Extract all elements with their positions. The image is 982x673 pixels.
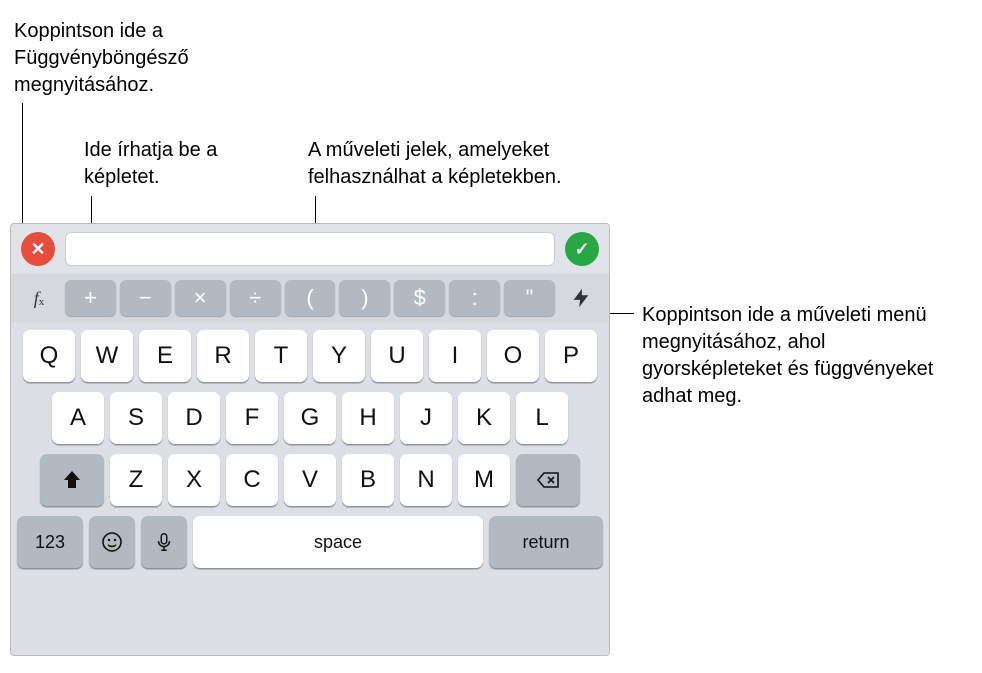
function-browser-button[interactable]: fx (19, 280, 59, 316)
key-s[interactable]: S (110, 392, 162, 444)
kb-row-bottom: 123 space return (17, 516, 603, 568)
key-w[interactable]: W (81, 330, 133, 382)
lightning-icon (570, 287, 592, 309)
key-t[interactable]: T (255, 330, 307, 382)
op-colon[interactable]: : (449, 280, 500, 316)
key-u[interactable]: U (371, 330, 423, 382)
callout-ops: A műveleti jelek, amelyeket felhasználha… (308, 137, 608, 191)
accept-button[interactable]: ✓ (565, 232, 599, 266)
formula-input[interactable] (65, 232, 555, 266)
shift-icon (60, 468, 84, 492)
key-o[interactable]: O (487, 330, 539, 382)
key-z[interactable]: Z (110, 454, 162, 506)
key-a[interactable]: A (52, 392, 104, 444)
kb-row-1: Q W E R T Y U I O P (17, 330, 603, 382)
key-b[interactable]: B (342, 454, 394, 506)
key-q[interactable]: Q (23, 330, 75, 382)
callout-input: Ide írhatja be a képletet. (84, 137, 284, 191)
key-x[interactable]: X (168, 454, 220, 506)
kb-row-2: A S D F G H J K L (17, 392, 603, 444)
op-paren-open[interactable]: ( (285, 280, 336, 316)
emoji-key[interactable] (89, 516, 135, 568)
op-paren-close[interactable]: ) (339, 280, 390, 316)
numeric-key[interactable]: 123 (17, 516, 83, 568)
return-key[interactable]: return (489, 516, 603, 568)
op-multiply[interactable]: × (175, 280, 226, 316)
operator-row: fx + − × ÷ ( ) $ : " (11, 274, 609, 322)
op-minus[interactable]: − (120, 280, 171, 316)
key-m[interactable]: M (458, 454, 510, 506)
close-icon: ✕ (30, 239, 45, 260)
formula-bar: ✕ ✓ (11, 224, 609, 274)
key-l[interactable]: L (516, 392, 568, 444)
checkmark-icon: ✓ (574, 239, 589, 260)
microphone-icon (153, 531, 175, 553)
backspace-key[interactable] (516, 454, 580, 506)
operator-buttons: + − × ÷ ( ) $ : " (65, 280, 555, 316)
fx-sub: x (39, 296, 45, 308)
key-h[interactable]: H (342, 392, 394, 444)
key-e[interactable]: E (139, 330, 191, 382)
kb-row-3: Z X C V B N M (17, 454, 603, 506)
key-y[interactable]: Y (313, 330, 365, 382)
op-quote[interactable]: " (504, 280, 555, 316)
formula-keyboard: ✕ ✓ fx + − × ÷ ( ) $ : " Q (10, 223, 610, 656)
key-d[interactable]: D (168, 392, 220, 444)
key-n[interactable]: N (400, 454, 452, 506)
op-divide[interactable]: ÷ (230, 280, 281, 316)
backspace-icon (536, 468, 560, 492)
callout-bolt: Koppintson ide a műveleti menü megnyitás… (642, 302, 952, 410)
callout-fx: Koppintson ide a Függvényböngésző megnyi… (14, 18, 274, 99)
key-r[interactable]: R (197, 330, 249, 382)
dictation-key[interactable] (141, 516, 187, 568)
key-f[interactable]: F (226, 392, 278, 444)
op-plus[interactable]: + (65, 280, 116, 316)
op-dollar[interactable]: $ (394, 280, 445, 316)
cancel-button[interactable]: ✕ (21, 232, 55, 266)
key-p[interactable]: P (545, 330, 597, 382)
shift-key[interactable] (40, 454, 104, 506)
quick-formula-button[interactable] (561, 280, 601, 316)
key-v[interactable]: V (284, 454, 336, 506)
key-j[interactable]: J (400, 392, 452, 444)
key-g[interactable]: G (284, 392, 336, 444)
space-key[interactable]: space (193, 516, 483, 568)
key-c[interactable]: C (226, 454, 278, 506)
key-k[interactable]: K (458, 392, 510, 444)
keyboard-rows: Q W E R T Y U I O P A S D F G H J K L Z (11, 322, 609, 586)
key-i[interactable]: I (429, 330, 481, 382)
emoji-icon (100, 530, 124, 554)
